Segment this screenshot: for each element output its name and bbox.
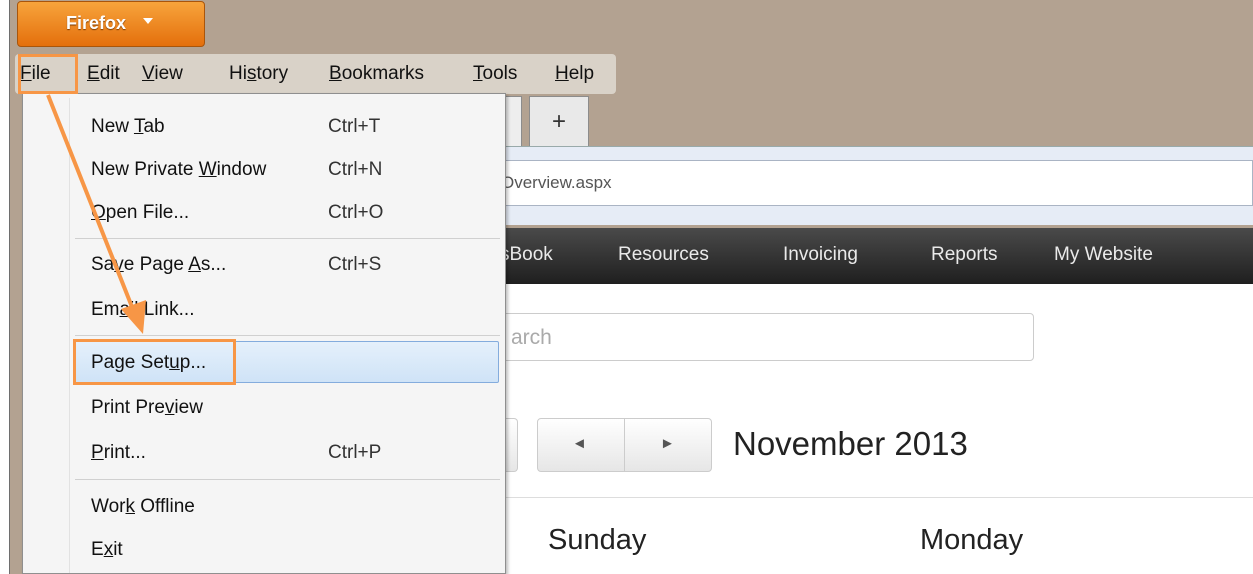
annotation-arrow-icon xyxy=(46,94,146,334)
